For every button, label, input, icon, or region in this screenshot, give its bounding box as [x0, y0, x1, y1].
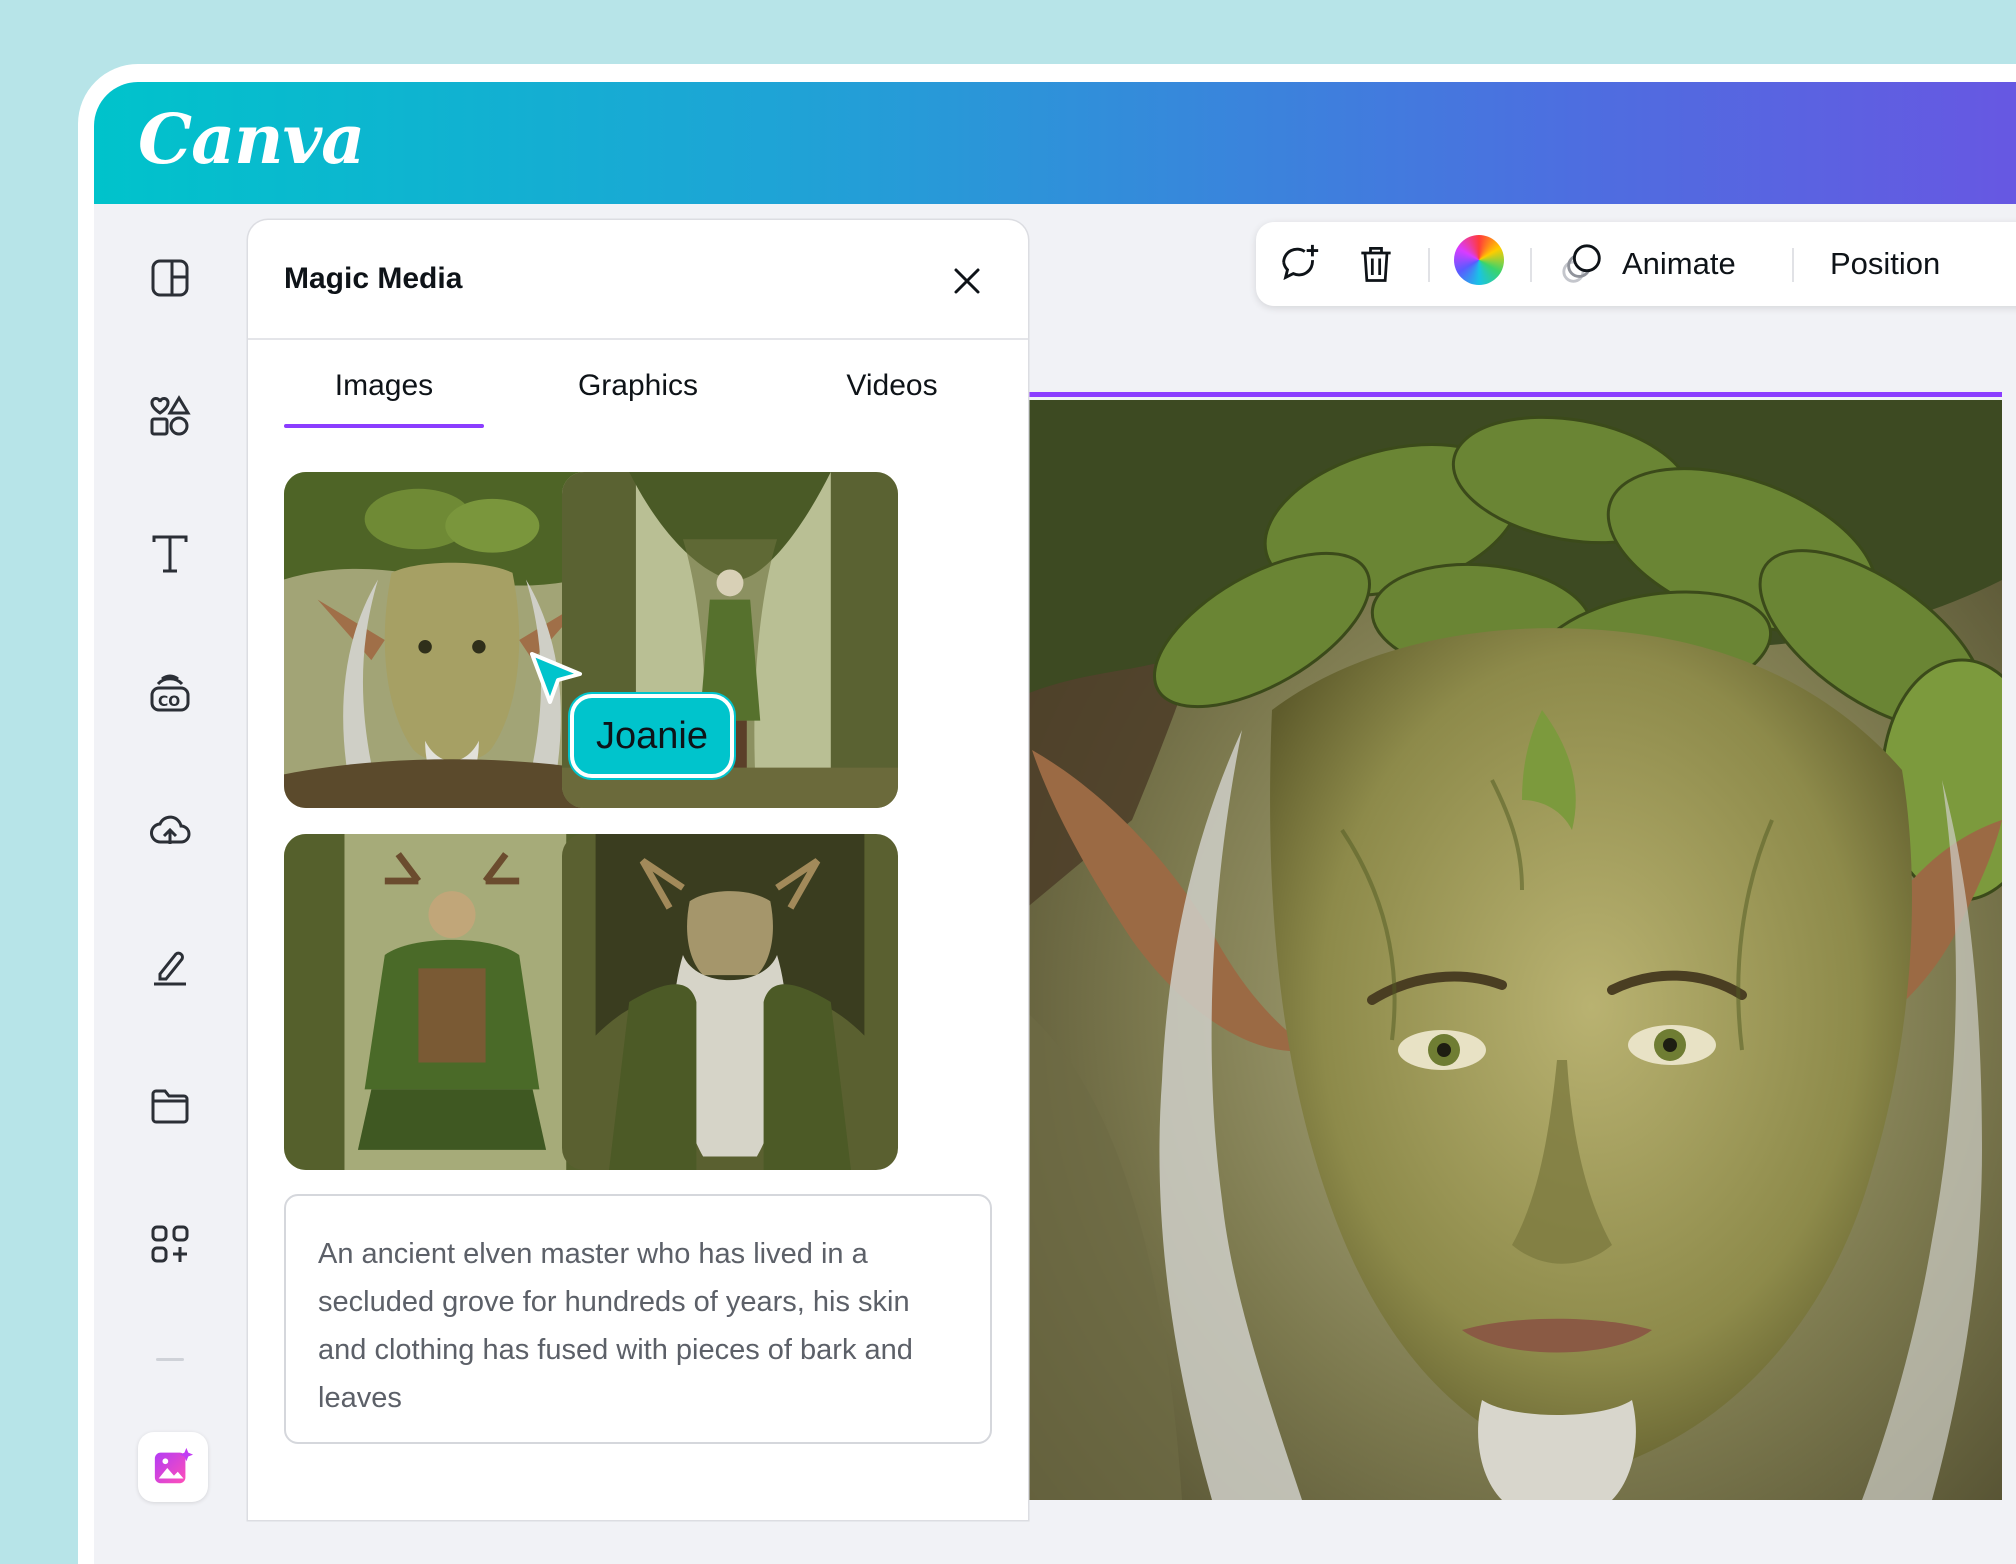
- apps-icon[interactable]: [146, 1220, 194, 1268]
- position-label: Position: [1830, 246, 1941, 281]
- close-button[interactable]: [944, 258, 990, 304]
- canvas-selection-line: [1012, 392, 2002, 397]
- top-bar: Canva: [94, 82, 2016, 204]
- delete-button[interactable]: [1354, 242, 1398, 286]
- trash-icon: [1361, 247, 1391, 282]
- text-icon[interactable]: [146, 530, 194, 578]
- animate-label: Animate: [1622, 246, 1736, 281]
- design-icon[interactable]: [146, 254, 194, 302]
- uploads-icon[interactable]: [146, 806, 194, 854]
- active-tab-indicator: [284, 424, 484, 428]
- tab-graphics[interactable]: Graphics: [538, 360, 738, 412]
- tab-videos[interactable]: Videos: [792, 360, 992, 412]
- position-button[interactable]: Position: [1830, 242, 1940, 286]
- projects-icon[interactable]: [146, 1082, 194, 1130]
- color-button[interactable]: [1454, 235, 1504, 285]
- toolbar-divider: [1530, 248, 1532, 282]
- elements-icon[interactable]: [146, 392, 194, 440]
- comment-button[interactable]: [1276, 242, 1322, 286]
- panel-divider: [248, 338, 1028, 340]
- close-icon: [954, 268, 980, 294]
- magic-media-icon[interactable]: [138, 1432, 208, 1502]
- brand-icon[interactable]: CO: [146, 668, 194, 716]
- canva-logo[interactable]: Canva: [138, 100, 365, 180]
- draw-icon[interactable]: [146, 944, 194, 992]
- elf-long-beard-thumbnail[interactable]: [562, 834, 898, 1170]
- collaborator-name-tag: Joanie: [570, 694, 734, 778]
- magic-media-panel: Magic Media Images Graphics Videos An an…: [248, 220, 1028, 1520]
- toolbar-divider: [1792, 248, 1794, 282]
- context-toolbar: Animate Position: [1256, 222, 2016, 306]
- svg-text:CO: CO: [158, 694, 180, 710]
- rail-divider: [156, 1358, 184, 1361]
- add-comment-icon: [1282, 244, 1319, 281]
- prompt-input[interactable]: An ancient elven master who has lived in…: [284, 1194, 992, 1444]
- canvas-elf-artwork[interactable]: [1012, 400, 2002, 1500]
- side-rail: CO: [94, 204, 246, 1564]
- color-wheel-icon: [1454, 235, 1504, 285]
- panel-title: Magic Media: [284, 262, 463, 295]
- toolbar-divider: [1428, 248, 1430, 282]
- animate-button[interactable]: Animate: [1560, 242, 1736, 286]
- app-window: Canva CO Magic Media Images Graphics Vid…: [78, 64, 2016, 1564]
- animate-icon: [1562, 244, 1601, 283]
- tab-images[interactable]: Images: [284, 360, 484, 412]
